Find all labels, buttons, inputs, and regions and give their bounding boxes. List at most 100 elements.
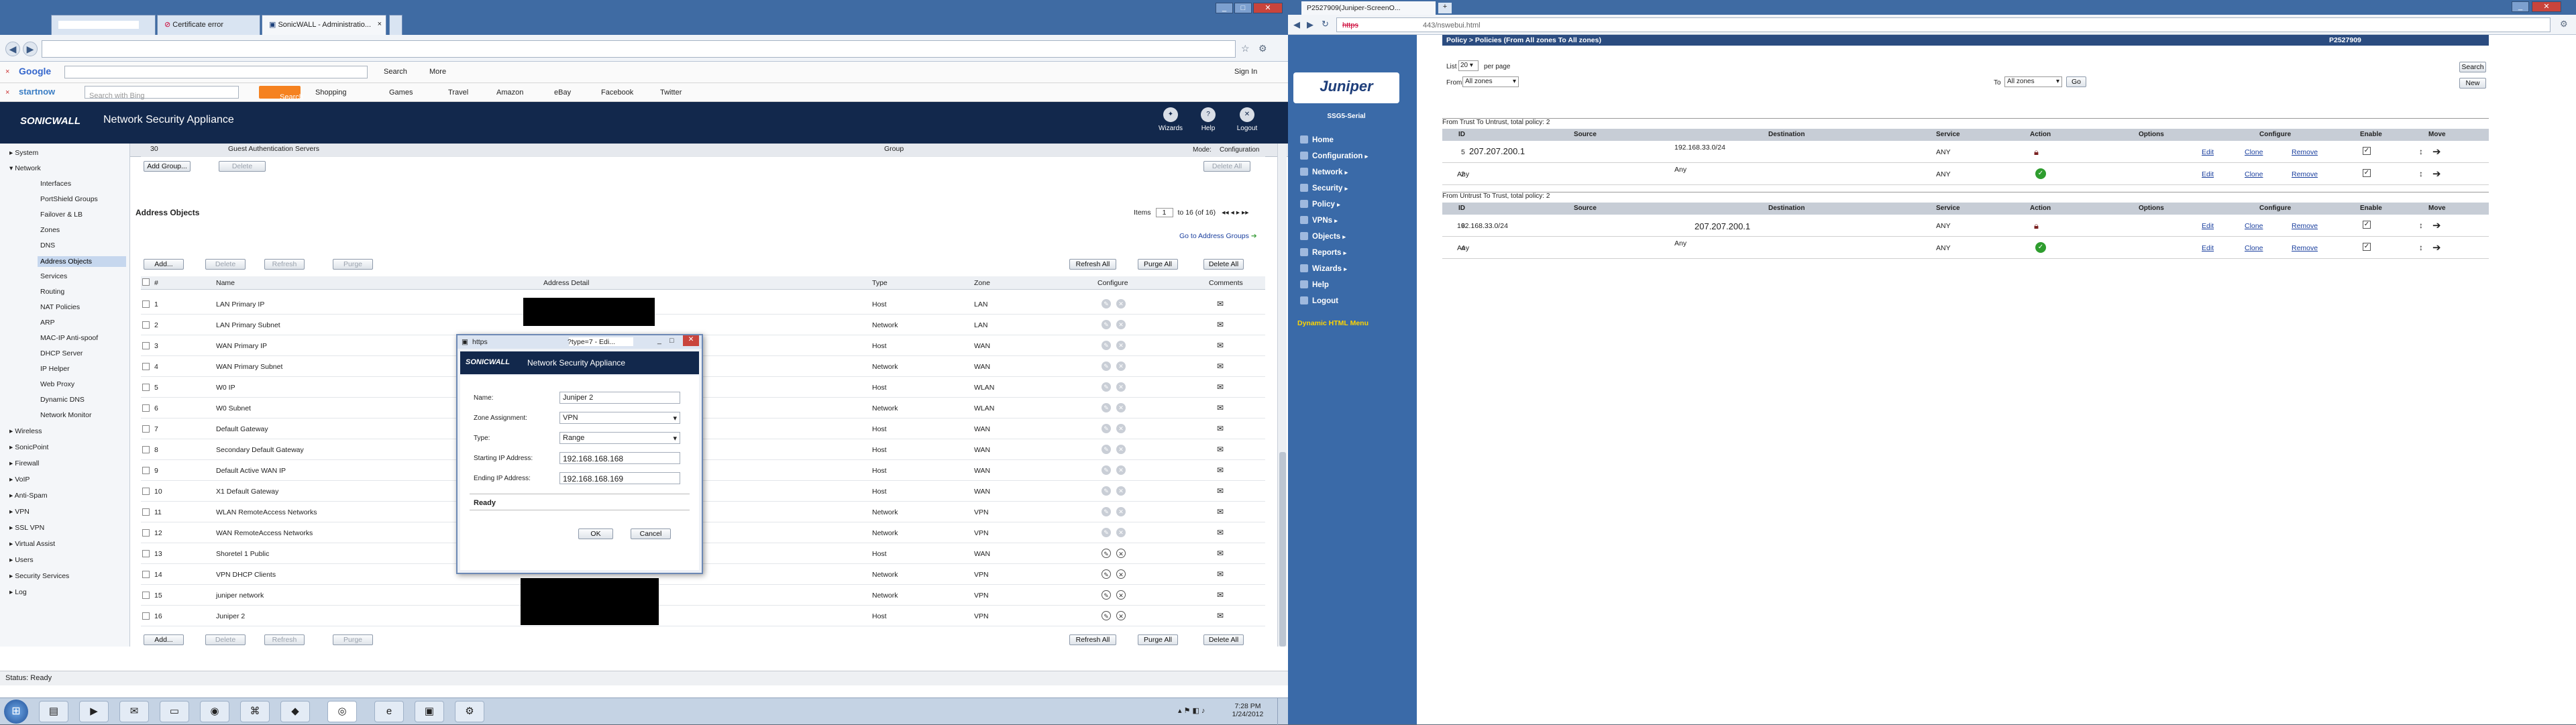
edit-icon[interactable]: ✎	[1102, 320, 1111, 329]
enable-checkbox[interactable]: ✓	[2363, 221, 2371, 229]
refresh-button-bottom[interactable]: Refresh	[264, 634, 305, 645]
tab-juniper[interactable]: P2527909(Juniper-ScreenO...	[1301, 1, 1436, 15]
move-arrow-icon[interactable]: ➔	[2432, 146, 2441, 158]
address-bar[interactable]	[42, 40, 1236, 58]
google-search-button[interactable]: Search	[384, 68, 407, 76]
sidebar-item-virtual-assist[interactable]: ▸ Virtual Assist	[9, 540, 55, 548]
row-checkbox[interactable]	[142, 321, 150, 329]
sidebar-item-sonicpoint[interactable]: ▸ SonicPoint	[9, 443, 48, 451]
edit-icon[interactable]: ✎	[1102, 299, 1111, 309]
back-icon[interactable]: ◀	[1293, 19, 1300, 30]
comment-icon[interactable]: ✉	[1217, 320, 1224, 329]
delete-icon[interactable]: ✕	[1116, 299, 1126, 309]
remove-link[interactable]: Remove	[2292, 244, 2318, 252]
juniper-menu-item[interactable]: VPNs ▸	[1300, 216, 1338, 225]
cancel-button[interactable]: Cancel	[631, 528, 671, 539]
comment-icon[interactable]: ✉	[1217, 611, 1224, 620]
comment-icon[interactable]: ✉	[1217, 507, 1224, 516]
comment-icon[interactable]: ✉	[1217, 445, 1224, 454]
wrench-icon[interactable]: ⚙	[1258, 43, 1267, 54]
table-row[interactable]: 6 W0 Subnet Network WLAN ✎ ✕ ✉	[141, 398, 1265, 419]
games-link[interactable]: Games	[389, 89, 413, 97]
close-icon[interactable]: ✕	[683, 335, 699, 346]
sidebar-item-security-services[interactable]: ▸ Security Services	[9, 572, 69, 580]
delete-icon[interactable]: ✕	[1116, 341, 1126, 350]
first-page-icon[interactable]: ◂◂	[1222, 209, 1229, 217]
delete-icon[interactable]: ✕	[1116, 611, 1126, 620]
new-policy-button[interactable]: New	[2459, 78, 2486, 89]
juniper-menu-item[interactable]: Help	[1300, 280, 1329, 289]
move-arrow-icon[interactable]: ➔	[2432, 168, 2441, 180]
star-icon[interactable]: ☆	[1241, 43, 1250, 54]
comment-icon[interactable]: ✉	[1217, 361, 1224, 371]
items-input[interactable]: 1	[1155, 208, 1173, 217]
purge-all-button[interactable]: Purge All	[1138, 259, 1178, 270]
sidebar-item-anti-spam[interactable]: ▸ Anti-Spam	[9, 492, 48, 500]
comment-icon[interactable]: ✉	[1217, 465, 1224, 475]
juniper-menu-item[interactable]: Wizards ▸	[1300, 264, 1347, 273]
sidebar-item-network-monitor[interactable]: Network Monitor	[40, 411, 91, 419]
delete-icon[interactable]: ✕	[1116, 486, 1126, 496]
edit-icon[interactable]: ✎	[1102, 341, 1111, 350]
comment-icon[interactable]: ✉	[1217, 569, 1224, 579]
sidebar-item-interfaces[interactable]: Interfaces	[40, 180, 71, 188]
clock[interactable]: 7:28 PM 1/24/2012	[1228, 702, 1268, 718]
edit-icon[interactable]: ✎	[1102, 424, 1111, 433]
edit-icon[interactable]: ✎	[1102, 590, 1111, 600]
libraries-icon[interactable]: ▤	[39, 701, 68, 722]
delete-icon[interactable]: ✕	[1116, 361, 1126, 371]
terminal-icon[interactable]: ▣	[415, 701, 444, 722]
delete-icon[interactable]: ✕	[1116, 590, 1126, 600]
juniper-menu-item[interactable]: Logout	[1300, 296, 1338, 305]
delete-icon[interactable]: ✕	[1116, 320, 1126, 329]
row-checkbox[interactable]	[142, 404, 150, 412]
juniper-menu-item[interactable]: Objects ▸	[1300, 232, 1346, 241]
maximize-icon[interactable]: □	[669, 337, 674, 345]
prev-page-icon[interactable]: ◂	[1231, 209, 1234, 217]
clone-link[interactable]: Clone	[2245, 222, 2263, 230]
table-row[interactable]: 14 VPN DHCP Clients Network VPN ✎ ✕ ✉	[141, 564, 1265, 585]
delete-icon[interactable]: ✕	[1116, 382, 1126, 392]
edit-icon[interactable]: ✎	[1102, 361, 1111, 371]
close-window-button[interactable]: ✕	[2532, 1, 2561, 12]
row-checkbox[interactable]	[142, 384, 150, 391]
refresh-all-button-bottom[interactable]: Refresh All	[1069, 634, 1116, 645]
move-arrow-icon[interactable]: ➔	[2432, 219, 2441, 231]
close-window-button[interactable]: ✕	[1253, 3, 1283, 13]
delete-button-bottom[interactable]: Delete	[205, 634, 246, 645]
edit-link[interactable]: Edit	[2202, 148, 2214, 156]
minimize-button[interactable]: _	[2512, 1, 2529, 12]
table-row[interactable]: 2 LAN Primary Subnet Network LAN ✎ ✕ ✉	[141, 315, 1265, 335]
delete-icon[interactable]: ✕	[1116, 507, 1126, 516]
close-icon[interactable]: ×	[378, 20, 382, 28]
name-input[interactable]: Juniper 2	[559, 392, 680, 404]
google-more-button[interactable]: More	[429, 68, 446, 76]
maximize-button[interactable]: □	[1234, 3, 1252, 13]
tab-sonicwall[interactable]: ▣ SonicWALL - Administratio... ×	[262, 15, 386, 35]
back-icon[interactable]: ◀	[5, 42, 20, 56]
table-row[interactable]: 8 Secondary Default Gateway Host WAN ✎ ✕ ✉	[141, 439, 1265, 460]
go-button[interactable]: Go	[2066, 76, 2086, 87]
edit-icon[interactable]: ✎	[1102, 445, 1111, 454]
edit-icon[interactable]: ✎	[1102, 507, 1111, 516]
table-row[interactable]: 7 Default Gateway Host WAN ✎ ✕ ✉	[141, 419, 1265, 439]
delete-icon[interactable]: ✕	[1116, 528, 1126, 537]
edit-icon[interactable]: ✎	[1102, 528, 1111, 537]
sidebar-item-ip-helper[interactable]: IP Helper	[40, 365, 70, 373]
delete-button[interactable]: Delete	[205, 259, 246, 270]
sidebar-item-dhcp[interactable]: DHCP Server	[40, 349, 83, 357]
sidebar-item-ssl-vpn[interactable]: ▸ SSL VPN	[9, 524, 44, 532]
move-up-down-icon[interactable]: ↕	[2419, 221, 2423, 230]
search-button[interactable]: Search	[2459, 62, 2486, 72]
delete-all-groups-button[interactable]: Delete All	[1203, 161, 1250, 172]
edit-icon[interactable]: ✎	[1102, 611, 1111, 620]
comment-icon[interactable]: ✉	[1217, 341, 1224, 350]
delete-icon[interactable]: ✕	[1116, 569, 1126, 579]
from-zone-select[interactable]: All zones ▾	[1462, 76, 1519, 87]
juniper-menu-item[interactable]: Policy ▸	[1300, 200, 1340, 209]
network-icon[interactable]: ⌘	[240, 701, 270, 722]
table-row[interactable]: 3 WAN Primary IP Host WAN ✎ ✕ ✉	[141, 335, 1265, 356]
tray-icons[interactable]: ▴ ⚑ ◧ ♪	[1178, 706, 1205, 715]
move-up-down-icon[interactable]: ↕	[2419, 243, 2423, 252]
sidebar-item-routing[interactable]: Routing	[40, 288, 64, 296]
